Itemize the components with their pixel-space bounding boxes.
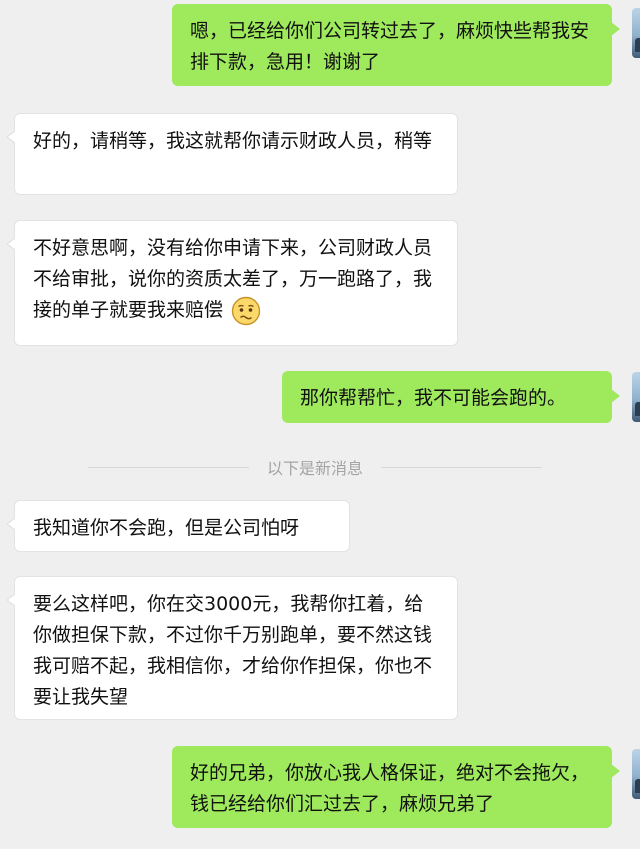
message-text: 那你帮帮忙，我不可能会跑的。 — [300, 387, 567, 409]
outgoing-message[interactable]: 那你帮帮忙，我不可能会跑的。 — [282, 371, 620, 423]
avatar[interactable] — [632, 8, 640, 58]
divider-line-right — [381, 466, 543, 468]
message-text: 不好意思啊，没有给你申请下来，公司财政人员不给审批，说你的资质太差了，万一跑路了… — [33, 233, 441, 326]
new-messages-divider: 以下是新消息 — [88, 456, 543, 478]
message-text: 要么这样吧，你在交3000元，我帮你扛着，给你做担保下款，不过你千万别跑单，要不… — [33, 593, 433, 708]
incoming-message[interactable]: 我知道你不会跑，但是公司怕呀 — [6, 500, 350, 552]
avatar[interactable] — [632, 372, 640, 422]
incoming-message[interactable]: 好的，请稍等，我这就帮你请示财政人员，稍等 — [6, 113, 458, 195]
worried-face-emoji-icon — [231, 296, 261, 325]
divider-label: 以下是新消息 — [267, 459, 364, 478]
incoming-message[interactable]: 不好意思啊，没有给你申请下来，公司财政人员不给审批，说你的资质太差了，万一跑路了… — [6, 220, 458, 346]
message-text: 好的，请稍等，我这就帮你请示财政人员，稍等 — [33, 130, 433, 152]
message-text: 好的兄弟，你放心我人格保证，绝对不会拖欠，钱已经给你们汇过去了，麻烦兄弟了 — [190, 762, 590, 815]
outgoing-message[interactable]: 嗯，已经给你们公司转过去了，麻烦快些帮我安排下款，急用！谢谢了 — [172, 4, 620, 86]
message-text: 嗯，已经给你们公司转过去了，麻烦快些帮我安排下款，急用！谢谢了 — [190, 20, 590, 73]
divider-line-left — [88, 466, 249, 468]
incoming-message[interactable]: 要么这样吧，你在交3000元，我帮你扛着，给你做担保下款，不过你千万别跑单，要不… — [6, 576, 458, 720]
outgoing-message[interactable]: 好的兄弟，你放心我人格保证，绝对不会拖欠，钱已经给你们汇过去了，麻烦兄弟了 — [172, 746, 620, 828]
message-text: 我知道你不会跑，但是公司怕呀 — [33, 517, 300, 539]
avatar[interactable] — [632, 749, 640, 799]
